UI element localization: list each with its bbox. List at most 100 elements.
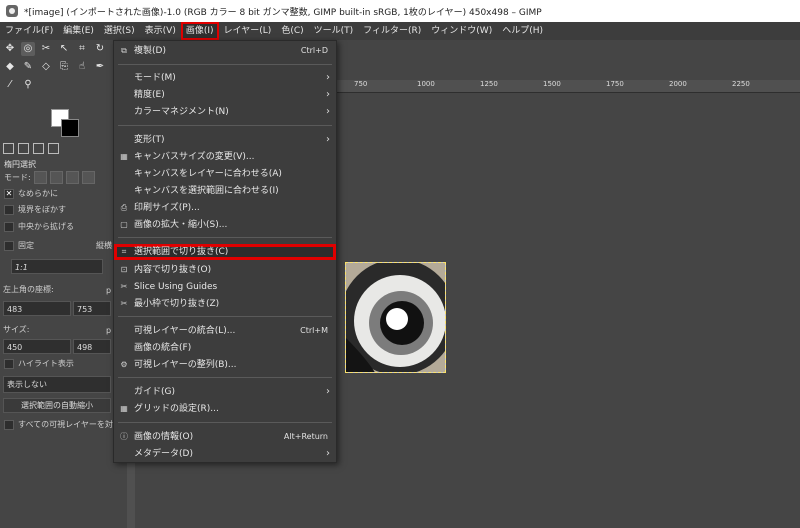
clone-tool-icon[interactable]: ⎘ [57, 60, 71, 74]
submenu-arrow-icon: › [326, 89, 330, 100]
move-tool-icon[interactable]: ✥ [3, 42, 17, 56]
smudge-tool-icon[interactable]: ☝ [75, 60, 89, 74]
submenu-arrow-icon: › [326, 134, 330, 145]
fuzzy-select-tool-icon[interactable]: ↖ [57, 42, 71, 56]
ruler-tick: 1250 [480, 80, 498, 88]
align-icon: ⚙ [120, 360, 128, 369]
submenu-arrow-icon: › [326, 386, 330, 397]
menu-item-slice-guides[interactable]: ✂ Slice Using Guides [114, 279, 336, 295]
menu-view[interactable]: 表示(V) [140, 22, 181, 40]
menu-item-align-layers[interactable]: ⚙ 可視レイヤーの整列(B)... [114, 357, 336, 373]
menu-item-mode[interactable]: モード(M) › [114, 70, 336, 86]
fixed-checkbox[interactable]: 固定 [4, 240, 34, 251]
ruler-tick: 2000 [669, 80, 687, 88]
menu-edit[interactable]: 編集(E) [58, 22, 99, 40]
menu-item-crop-to-content[interactable]: ⊡ 内容で切り抜き(O) [114, 262, 336, 278]
menu-item-print-size[interactable]: ⎙ 印刷サイズ(P)... [114, 200, 336, 216]
menu-item-duplicate[interactable]: ⧉ 複製(D) Ctrl+D [114, 43, 336, 59]
toolbox-panel: ✥ ◎ ✂ ↖ ⌗ ↻ ◆ ✎ ◇ ⎘ ☝ ✒ ⁄ ⚲ 楕円選択 モード: ✕ な… [0, 40, 121, 528]
mode-subtract-button[interactable] [65, 171, 79, 184]
ellipse-select-tool-icon[interactable]: ◎ [21, 42, 35, 56]
scale-icon: ▢ [120, 220, 128, 229]
ruler-tick: 1000 [417, 80, 435, 88]
zealous-crop-icon: ✂ [120, 299, 128, 308]
position-y-field[interactable]: 753 [73, 301, 111, 316]
grid-icon: ▦ [120, 404, 128, 413]
menu-item-fit-canvas-layers[interactable]: キャンバスをレイヤーに合わせる(A) [114, 166, 336, 182]
menu-colors[interactable]: 色(C) [276, 22, 308, 40]
undo-history-tab-icon[interactable] [33, 143, 44, 154]
print-size-icon: ⎙ [120, 203, 128, 212]
crop-icon: ⌗ [121, 247, 127, 256]
menu-item-scale-image[interactable]: ▢ 画像の拡大・縮小(S)... [114, 217, 336, 233]
menu-item-metadata[interactable]: メタデータ(D) › [114, 446, 336, 462]
menu-select[interactable]: 選択(S) [99, 22, 140, 40]
vertical-ruler[interactable] [127, 460, 135, 528]
menu-separator [118, 64, 332, 65]
menu-item-fit-canvas-selection[interactable]: キャンバスを選択範囲に合わせる(I) [114, 183, 336, 199]
menu-item-merge-visible[interactable]: 可視レイヤーの統合(L)... Ctrl+M [114, 323, 336, 339]
crop-content-icon: ⊡ [120, 265, 128, 274]
ruler-tick: 750 [354, 80, 368, 88]
size-unit[interactable]: p [106, 326, 111, 335]
mode-intersect-button[interactable] [81, 171, 95, 184]
gimp-app-icon [6, 5, 18, 17]
all-layers-checkbox[interactable]: すべての可視レイヤーを対象 [4, 419, 121, 430]
menu-item-color-management[interactable]: カラーマネジメント(N) › [114, 104, 336, 120]
crop-tool-icon[interactable]: ⌗ [75, 42, 89, 56]
submenu-arrow-icon: › [326, 72, 330, 83]
paths-tool-icon[interactable]: ✒ [93, 60, 107, 74]
pencil-tool-icon[interactable]: ✎ [21, 60, 35, 74]
background-color-swatch[interactable] [61, 119, 79, 137]
from-center-checkbox[interactable]: 中央から拡げる [4, 221, 74, 232]
menu-tools[interactable]: ツール(T) [309, 22, 359, 40]
antialias-checkbox[interactable]: ✕ なめらかに [4, 188, 58, 199]
position-x-field[interactable]: 483 [3, 301, 71, 316]
fixed-mode-dropdown[interactable]: 縦横 [96, 240, 112, 251]
rotate-tool-icon[interactable]: ↻ [93, 42, 107, 56]
size-width-field[interactable]: 450 [3, 339, 71, 354]
guides-dropdown[interactable]: 表示しない [3, 376, 111, 393]
menu-item-zealous-crop[interactable]: ✂ 最小枠で切り抜き(Z) [114, 296, 336, 312]
menu-separator [118, 316, 332, 317]
color-picker-tool-icon[interactable]: ⁄ [3, 78, 17, 92]
size-label: サイズ: [3, 325, 30, 334]
menu-filters[interactable]: フィルター(R) [358, 22, 426, 40]
images-tab-icon[interactable] [48, 143, 59, 154]
menu-item-configure-grid[interactable]: ▦ グリッドの設定(R)... [114, 401, 336, 417]
menu-item-guides[interactable]: ガイド(G) › [114, 384, 336, 400]
bucket-fill-tool-icon[interactable]: ◆ [3, 60, 17, 74]
menu-separator [118, 377, 332, 378]
image-menu-dropdown: ⧉ 複製(D) Ctrl+D モード(M) › 精度(E) › カラーマネジメン… [113, 40, 337, 463]
mode-replace-button[interactable] [33, 171, 47, 184]
menu-item-transform[interactable]: 変形(T) › [114, 132, 336, 148]
menu-file[interactable]: ファイル(F) [0, 22, 58, 40]
auto-shrink-button[interactable]: 選択範囲の自動縮小 [3, 398, 111, 413]
duplicate-icon: ⧉ [121, 46, 127, 55]
eraser-tool-icon[interactable]: ◇ [39, 60, 53, 74]
position-unit[interactable]: p [106, 286, 111, 295]
menu-layer[interactable]: レイヤー(L) [219, 22, 277, 40]
menu-item-crop-to-selection[interactable]: ⌗ 選択範囲で切り抜き(C) [114, 244, 336, 260]
tool-options-tab-icon[interactable] [3, 143, 14, 154]
menu-windows[interactable]: ウィンドウ(W) [426, 22, 497, 40]
ratio-field[interactable]: 1:1 [11, 259, 103, 274]
menu-image[interactable]: 画像(I) [180, 22, 219, 40]
free-select-tool-icon[interactable]: ✂ [39, 42, 53, 56]
menu-item-precision[interactable]: 精度(E) › [114, 87, 336, 103]
zoom-tool-icon[interactable]: ⚲ [21, 78, 35, 92]
size-height-field[interactable]: 498 [73, 339, 111, 354]
menu-help[interactable]: ヘルプ(H) [497, 22, 548, 40]
slice-icon: ✂ [120, 282, 128, 291]
menu-item-canvas-size[interactable]: ▦ キャンバスサイズの変更(V)... [114, 149, 336, 165]
info-icon: ⓘ [120, 432, 128, 441]
menu-item-image-properties[interactable]: ⓘ 画像の情報(O) Alt+Return [114, 429, 336, 445]
menu-item-flatten-image[interactable]: 画像の統合(F) [114, 340, 336, 356]
window-titlebar: *[image] (インポートされた画像)-1.0 (RGB カラー 8 bit… [0, 0, 800, 22]
canvas-image[interactable] [345, 262, 446, 373]
device-status-tab-icon[interactable] [18, 143, 29, 154]
mode-add-button[interactable] [49, 171, 63, 184]
window-title: *[image] (インポートされた画像)-1.0 (RGB カラー 8 bit… [24, 7, 542, 18]
feather-checkbox[interactable]: 境界をぼかす [4, 204, 66, 215]
highlight-checkbox[interactable]: ハイライト表示 [4, 358, 74, 369]
